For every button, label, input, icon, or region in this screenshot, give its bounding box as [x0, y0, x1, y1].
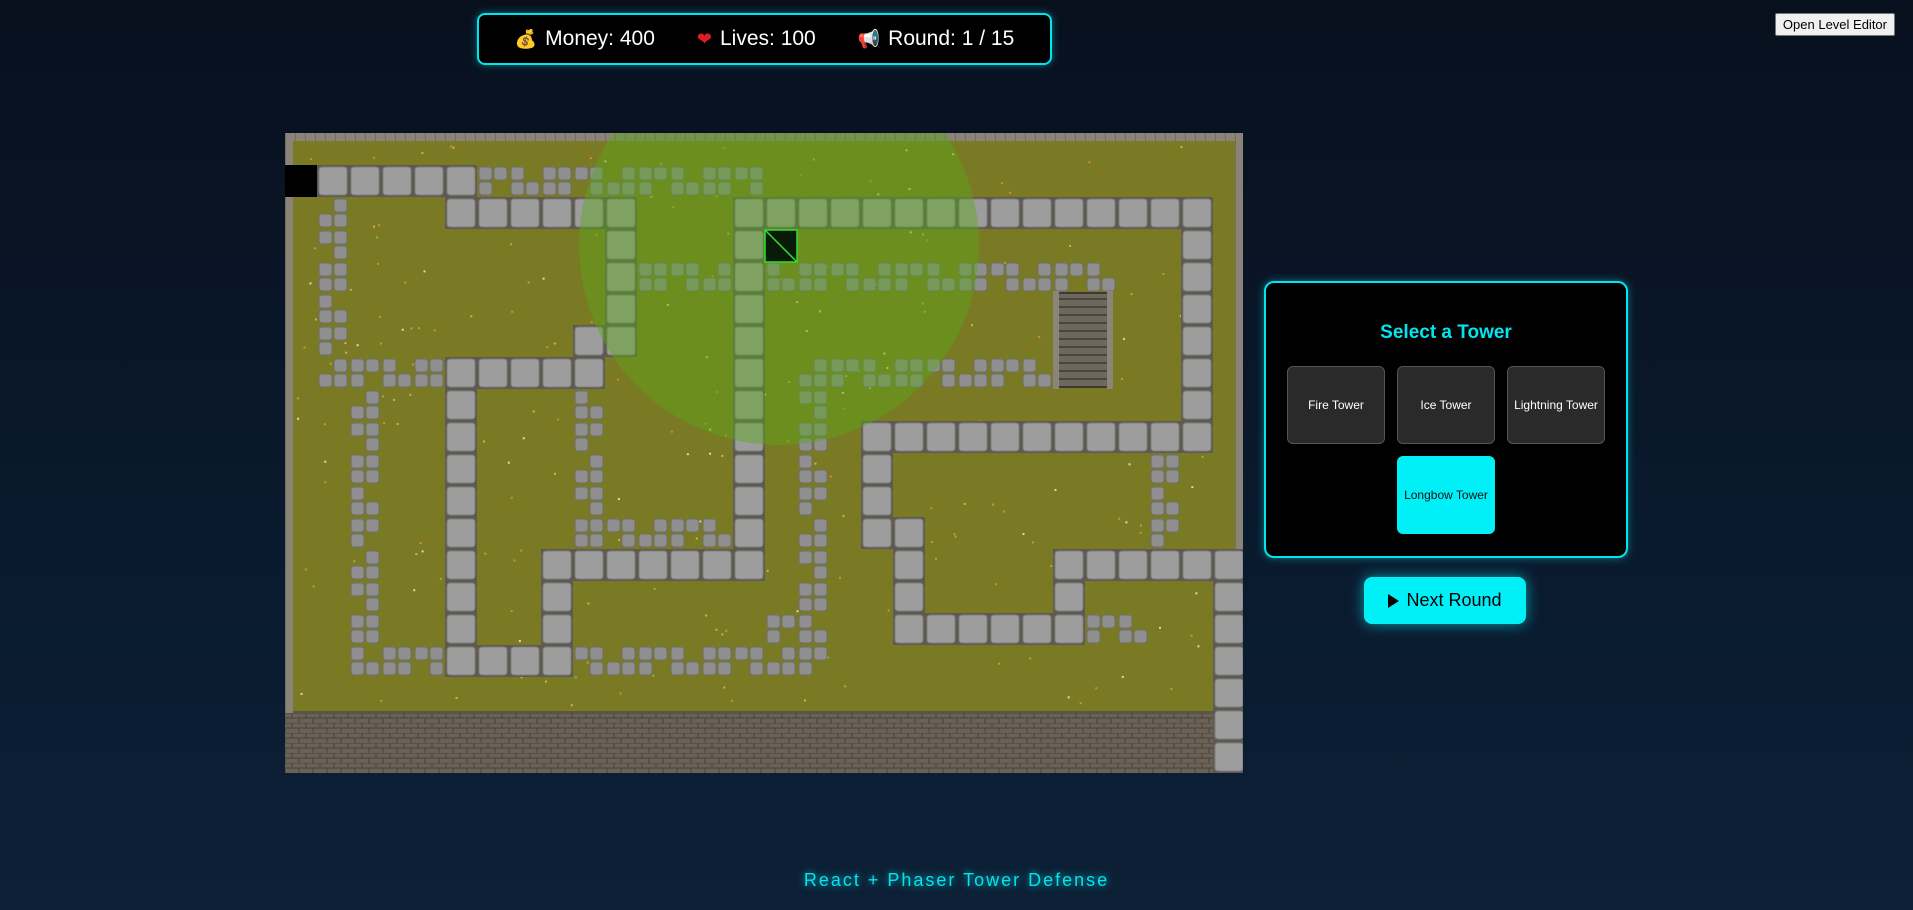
- next-round-button[interactable]: Next Round: [1364, 577, 1526, 624]
- game-canvas[interactable]: [285, 133, 1243, 773]
- tower-selection-panel: Select a Tower Fire Tower Ice Tower Ligh…: [1264, 281, 1628, 558]
- megaphone-icon: 📢: [857, 29, 881, 49]
- lives-text: Lives: 100: [720, 27, 816, 50]
- open-level-editor-button[interactable]: Open Level Editor: [1774, 13, 1895, 36]
- money-text: Money: 400: [545, 27, 655, 50]
- spawn-point: [285, 165, 317, 197]
- lightning-tower-button[interactable]: Lightning Tower: [1507, 366, 1605, 444]
- stairs-structure: [1053, 291, 1113, 389]
- status-bar: 💰 Money: 400 ❤ Lives: 100 📢 Round: 1 / 1…: [477, 13, 1052, 65]
- panel-title: Select a Tower: [1380, 322, 1512, 343]
- fire-tower-button[interactable]: Fire Tower: [1287, 366, 1385, 444]
- round-text: Round: 1 / 15: [888, 27, 1015, 50]
- money-display: 💰 Money: 400: [515, 27, 655, 51]
- round-display: 📢 Round: 1 / 15: [858, 27, 1015, 51]
- ice-tower-button[interactable]: Ice Tower: [1397, 366, 1495, 444]
- play-icon: [1388, 593, 1400, 608]
- next-round-label: Next Round: [1406, 590, 1502, 610]
- footer-title: React + Phaser Tower Defense: [803, 870, 1110, 890]
- bottom-wall: [285, 713, 1243, 773]
- heart-icon: ❤: [696, 29, 712, 49]
- longbow-tower-button[interactable]: Longbow Tower: [1397, 456, 1495, 534]
- game-map[interactable]: [285, 133, 1243, 773]
- money-bag-icon: 💰: [514, 29, 538, 49]
- placement-cursor[interactable]: [764, 229, 798, 263]
- lives-display: ❤ Lives: 100: [697, 27, 816, 51]
